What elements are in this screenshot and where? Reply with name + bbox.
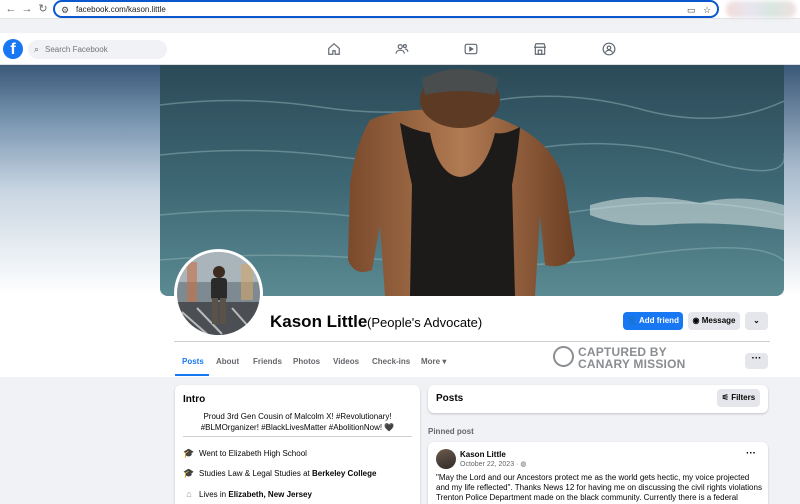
intro-item-lives-in: ⌂ Lives in Elizabeth, New Jersey — [183, 488, 312, 500]
tab-friends[interactable]: Friends — [253, 357, 282, 366]
cover-backdrop-right — [784, 65, 800, 295]
search-icon: ⌕ — [34, 44, 40, 54]
profile-name: Kason Little — [270, 312, 368, 331]
browser-toolbar: ← → ↻ ⚙ facebook.com/kason.little ▭ ☆ — [0, 0, 800, 19]
reload-icon[interactable]: ↻ — [36, 2, 50, 16]
facebook-header: f ⌕ — [0, 33, 800, 65]
intro-bio: Proud 3rd Gen Cousin of Malcolm X! #Revo… — [200, 412, 395, 432]
message-button[interactable]: ◉ Message — [688, 312, 740, 330]
search-box[interactable]: ⌕ — [28, 40, 167, 59]
post-author-avatar[interactable] — [436, 449, 456, 469]
site-info-icon[interactable]: ⚙ — [61, 4, 73, 16]
pinned-post-label: Pinned post — [428, 427, 474, 436]
back-arrow-icon[interactable]: ← — [4, 2, 18, 16]
tab-check-ins[interactable]: Check-ins — [372, 357, 410, 366]
friends-icon[interactable] — [393, 40, 411, 58]
post-author-name[interactable]: Kason Little — [460, 450, 506, 459]
pinned-post-card: Kason Little October 22, 2023 · ◍ ··· "M… — [428, 442, 768, 504]
groups-icon[interactable] — [600, 40, 618, 58]
watermark-clock-icon — [553, 346, 574, 367]
filters-button[interactable]: ⚟ Filters — [717, 389, 760, 407]
intro-studies-college-link[interactable]: Berkeley College — [312, 469, 376, 478]
tab-photos[interactable]: Photos — [293, 357, 320, 366]
bookmark-star-icon[interactable]: ☆ — [703, 4, 711, 16]
address-bar[interactable]: ⚙ facebook.com/kason.little ▭ ☆ — [53, 0, 719, 18]
cover-photo-image — [160, 65, 784, 296]
profile-divider — [174, 341, 770, 342]
watermark-line-2: CANARY MISSION — [578, 357, 686, 371]
tab-more[interactable]: More ▾ — [421, 357, 446, 366]
intro-divider — [183, 436, 412, 437]
intro-card: Intro Proud 3rd Gen Cousin of Malcolm X!… — [175, 385, 420, 504]
forward-arrow-icon[interactable]: → — [20, 2, 34, 16]
profile-more-button[interactable]: ⌄ — [745, 312, 768, 330]
search-input[interactable] — [45, 43, 163, 56]
video-icon[interactable] — [462, 40, 480, 58]
messenger-icon: ◉ — [692, 316, 700, 325]
cover-backdrop-left — [0, 65, 160, 295]
filters-icon: ⚟ — [721, 393, 729, 402]
active-tab-indicator — [175, 374, 209, 376]
profile-alternate-name: (People's Advocate) — [367, 315, 483, 330]
home-icon: ⌂ — [186, 489, 192, 499]
marketplace-icon[interactable] — [531, 40, 549, 58]
post-date[interactable]: October 22, 2023 · ◍ — [460, 460, 526, 468]
home-icon[interactable] — [325, 40, 343, 58]
cast-icon[interactable]: ▭ — [687, 4, 696, 16]
tab-about[interactable]: About — [216, 357, 239, 366]
tab-posts[interactable]: Posts — [182, 357, 204, 366]
intro-item-education: 🎓 Went to Elizabeth High School — [183, 448, 307, 458]
posts-title: Posts — [436, 393, 464, 404]
canary-mission-watermark: CAPTURED BY CANARY MISSION — [553, 345, 693, 371]
add-friend-button[interactable]: 👤 Add friend — [623, 312, 683, 330]
posts-header-card: Posts ⚟ Filters — [428, 385, 768, 413]
profile-picture[interactable] — [174, 249, 263, 338]
public-globe-icon: ◍ — [520, 461, 527, 468]
url-text[interactable]: facebook.com/kason.little — [76, 4, 166, 16]
facebook-logo-icon[interactable]: f — [3, 39, 23, 59]
cover-photo[interactable] — [160, 65, 784, 296]
graduation-cap-icon: 🎓 — [183, 448, 195, 458]
profile-picture-image — [177, 252, 260, 335]
add-friend-icon: 👤 — [627, 316, 638, 325]
intro-title: Intro — [183, 394, 206, 405]
intro-item-studies: 🎓 Studies Law & Legal Studies at Berkeley… — [183, 468, 377, 478]
intro-lives-in-link[interactable]: Elizabeth, New Jersey — [228, 490, 312, 499]
tabs-more-options-button[interactable]: ··· — [745, 353, 768, 369]
blurred-profile-area — [726, 1, 796, 18]
graduation-cap-icon: 🎓 — [183, 468, 195, 478]
post-options-button[interactable]: ··· — [746, 448, 756, 459]
post-text: "May the Lord and our Ancestors protect … — [436, 473, 762, 504]
tab-videos[interactable]: Videos — [333, 357, 359, 366]
